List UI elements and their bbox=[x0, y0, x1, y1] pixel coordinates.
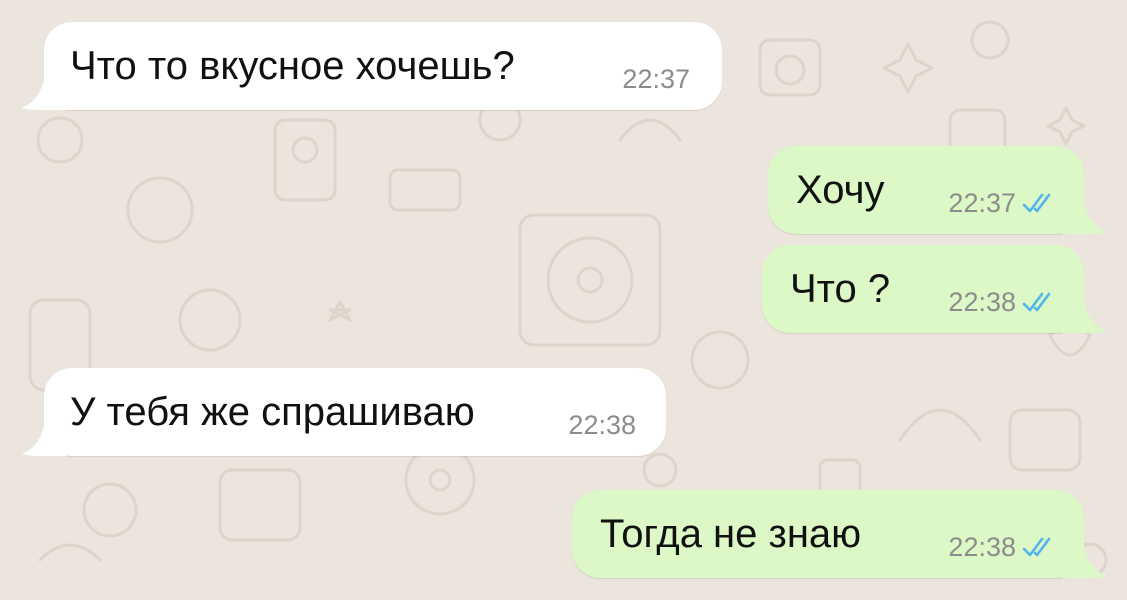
double-check-read-icon bbox=[1022, 193, 1051, 213]
message-time: 22:37 bbox=[622, 64, 690, 94]
outgoing-message[interactable]: Что ? 22:38 bbox=[762, 245, 1106, 333]
message-meta: 22:37 bbox=[622, 64, 690, 94]
message-meta: 22:37 bbox=[948, 188, 1056, 218]
message-time: 22:38 bbox=[948, 532, 1016, 562]
bubble-tail bbox=[1062, 538, 1106, 578]
message-time: 22:38 bbox=[948, 287, 1016, 317]
double-check-read-icon bbox=[1022, 292, 1051, 312]
message-meta: 22:38 bbox=[568, 410, 636, 440]
message-text: Что ? bbox=[790, 267, 891, 311]
bubble-tail bbox=[22, 416, 66, 456]
message-meta: 22:38 bbox=[948, 287, 1056, 317]
bubble-tail bbox=[1062, 293, 1106, 333]
message-text: Что то вкусное хочешь? bbox=[70, 44, 515, 88]
message-text: Хочу bbox=[796, 168, 885, 212]
chat-thread: Что то вкусное хочешь? 22:37 Хочу 22:37 … bbox=[0, 0, 1127, 600]
bubble-tail bbox=[22, 70, 66, 110]
message-text: У тебя же спрашиваю bbox=[70, 390, 475, 434]
outgoing-message[interactable]: Тогда не знаю 22:38 bbox=[572, 490, 1106, 578]
bubble-tail bbox=[1062, 194, 1106, 234]
message-time: 22:37 bbox=[948, 188, 1016, 218]
message-text: Тогда не знаю bbox=[600, 512, 862, 556]
message-meta: 22:38 bbox=[948, 532, 1056, 562]
incoming-message[interactable]: Что то вкусное хочешь? 22:37 bbox=[22, 22, 722, 110]
outgoing-message[interactable]: Хочу 22:37 bbox=[768, 146, 1106, 234]
incoming-message[interactable]: У тебя же спрашиваю 22:38 bbox=[22, 368, 666, 456]
message-time: 22:38 bbox=[568, 410, 636, 440]
double-check-read-icon bbox=[1022, 537, 1051, 557]
